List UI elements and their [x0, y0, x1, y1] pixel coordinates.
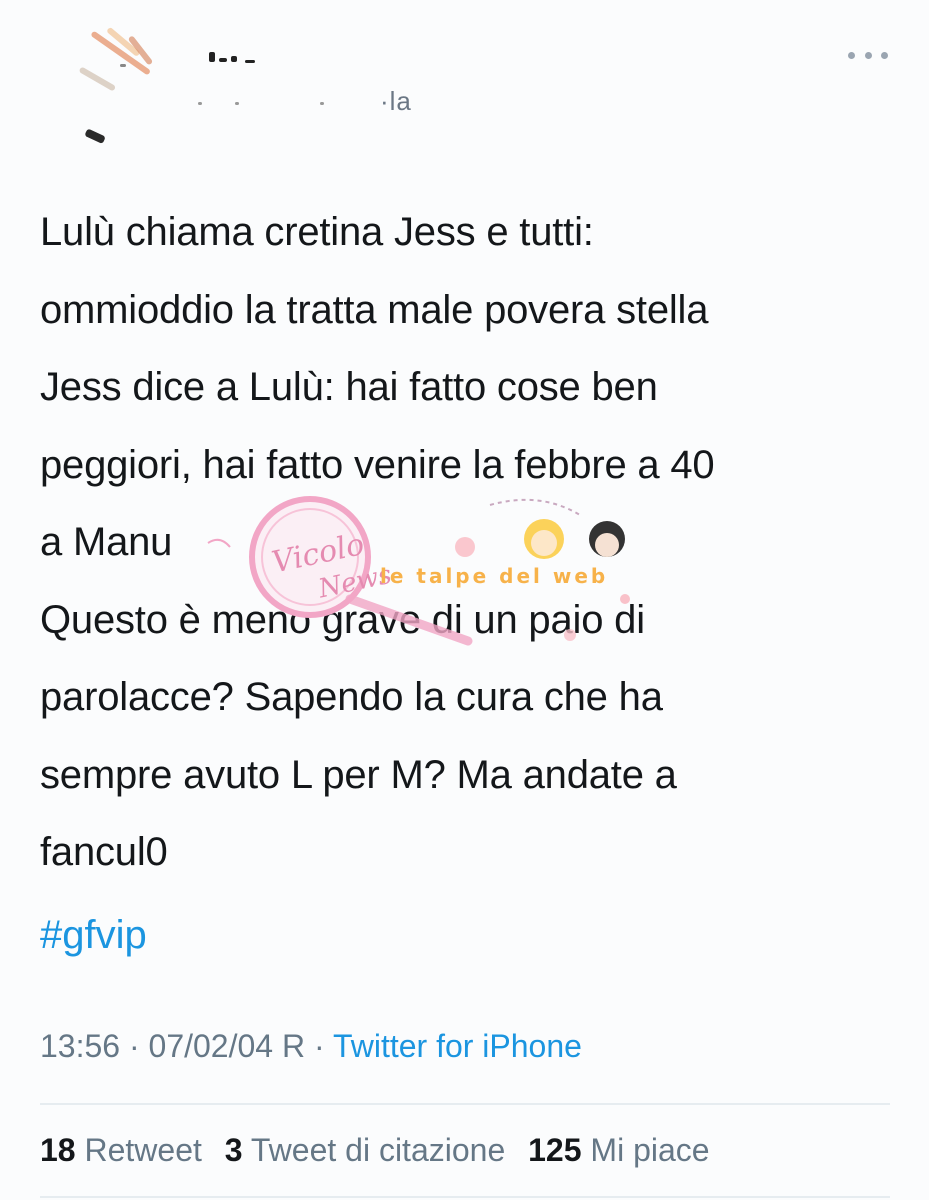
quotes-stat[interactable]: 3 Tweet di citazione — [225, 1132, 505, 1168]
quotes-label: Tweet di citazione — [250, 1132, 506, 1168]
likes-count: 125 — [528, 1132, 582, 1168]
name-fragment — [120, 64, 126, 67]
meta-separator: · — [305, 1028, 333, 1064]
likes-stat[interactable]: 125 Mi piace — [528, 1132, 709, 1168]
source-link[interactable]: Twitter for iPhone — [333, 1028, 582, 1064]
name-fragment — [209, 52, 215, 62]
tweet-line: Questo è meno grave di un paio di — [40, 597, 645, 642]
divider — [40, 1103, 890, 1105]
tweet-line: Lulù chiama cretina Jess e tutti: — [40, 210, 594, 254]
name-fragment — [245, 60, 255, 63]
tweet-line: fancul0 — [40, 830, 168, 874]
avatar-fragment — [78, 66, 117, 92]
retweets-count: 18 — [40, 1132, 76, 1168]
likes-label: Mi piace — [590, 1132, 710, 1168]
tweet-line: peggiori, hai fatto venire la febbre a 4… — [40, 442, 715, 487]
tweet-line: a Manu — [40, 520, 173, 564]
retweets-label: Retweet — [84, 1132, 202, 1168]
tweet-stats: 18 Retweet 3 Tweet di citazione 125 Mi p… — [40, 1132, 724, 1169]
avatar[interactable] — [70, 18, 180, 148]
more-options-icon[interactable] — [848, 40, 888, 70]
tweet-date: 07/02/04 R — [148, 1028, 306, 1064]
retweets-stat[interactable]: 18 Retweet — [40, 1132, 202, 1168]
quotes-count: 3 — [224, 1132, 243, 1168]
tweet-header: ·la — [0, 0, 929, 170]
tweet-line: ommioddio la tratta male povera stella — [40, 287, 709, 332]
more-dot — [881, 51, 888, 59]
name-fragment — [231, 56, 237, 62]
tweet-metadata: 13:56 · 07/02/04 R · Twitter for iPhone — [40, 1028, 582, 1065]
tweet-text: Lulù chiama cretina Jess e tutti: ommiod… — [40, 194, 900, 892]
tweet-time: 13:56 — [40, 1028, 121, 1064]
more-dot — [864, 51, 872, 59]
handle-fragment-dot — [320, 102, 324, 105]
meta-separator: · — [120, 1028, 149, 1064]
display-name[interactable] — [205, 44, 265, 74]
tweet-line: sempre avuto L per M? Ma andate a — [40, 752, 677, 797]
avatar-fragment — [84, 128, 106, 145]
handle-fragment-dot — [235, 102, 239, 105]
hashtag-link[interactable]: #gfvip — [40, 897, 147, 974]
handle-fragment-dot — [198, 102, 202, 105]
user-handle[interactable]: ·la — [380, 86, 412, 117]
tweet-line: Jess dice a Lulù: hai fatto cose ben — [40, 365, 658, 409]
tweet-line: parolacce? Sapendo la cura che ha — [40, 675, 663, 719]
divider — [40, 1196, 890, 1198]
more-dot — [848, 51, 855, 59]
name-fragment — [219, 58, 227, 62]
tweet-detail-screen: ·la Lulù chiama cretina Jess e tutti: om… — [0, 0, 929, 1200]
